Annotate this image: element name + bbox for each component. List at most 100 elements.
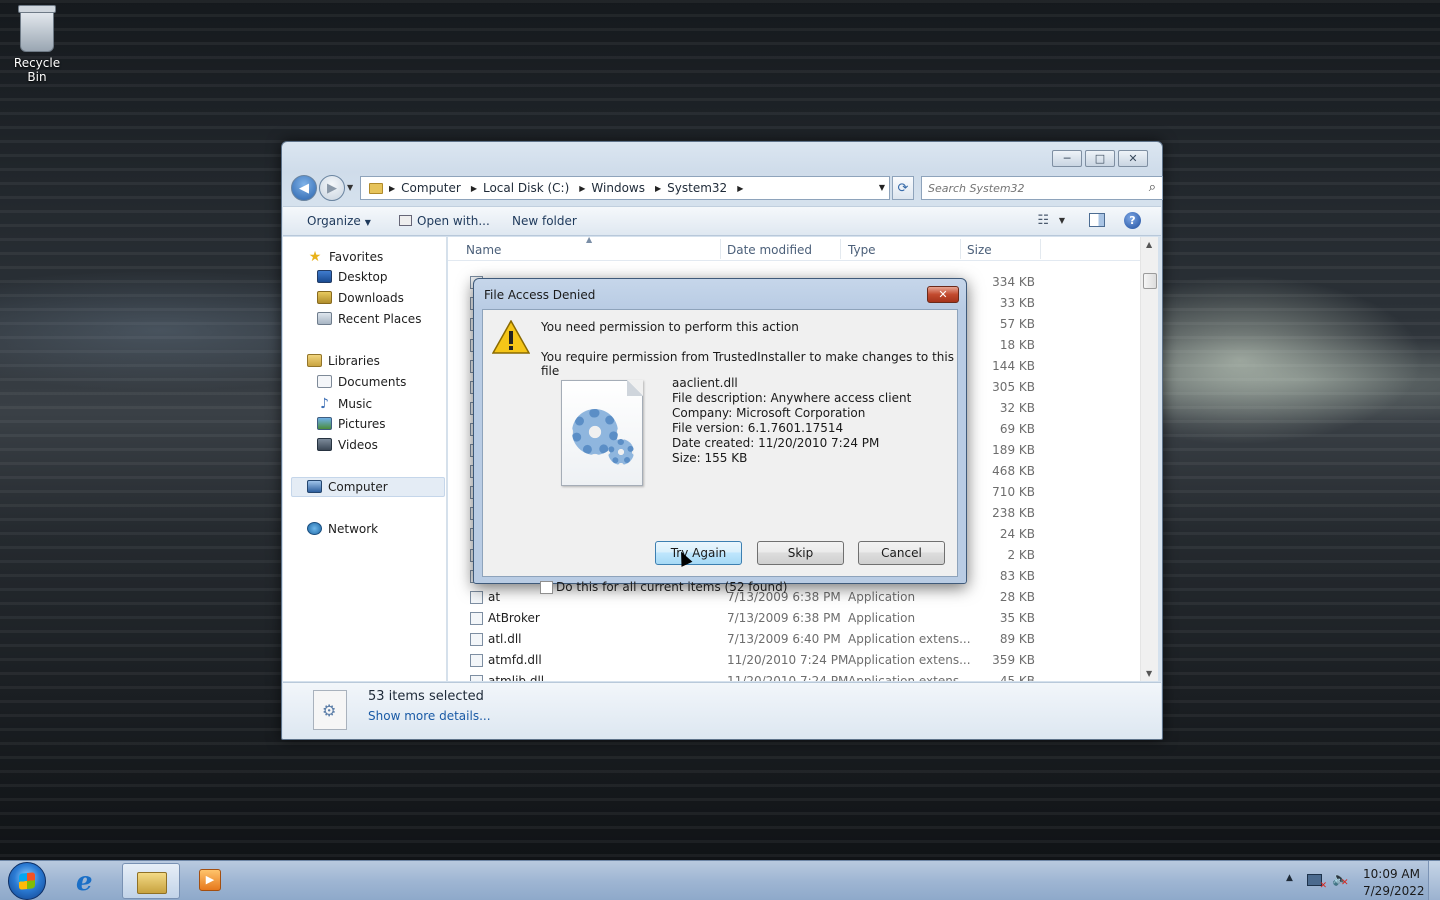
scroll-thumb[interactable] xyxy=(1143,273,1157,289)
taskbar-internet-explorer[interactable]: e xyxy=(61,863,119,899)
recycle-bin-label: Recycle Bin xyxy=(13,56,61,84)
change-view-icon[interactable]: ☷ xyxy=(1037,213,1049,228)
breadcrumb-windows[interactable]: Windows xyxy=(591,181,645,195)
nav-item-desktop[interactable]: Desktop xyxy=(317,270,388,284)
close-button[interactable]: ✕ xyxy=(1118,150,1148,167)
file-size-cell: 45 KB xyxy=(999,674,1035,681)
nav-item-label: Documents xyxy=(338,375,407,389)
column-divider[interactable] xyxy=(960,239,961,259)
breadcrumb-arrow-icon[interactable]: ▶ xyxy=(655,184,661,193)
open-with-button[interactable]: Open with... xyxy=(399,214,490,228)
file-size-cell: 305 KB xyxy=(992,380,1035,394)
network-icon xyxy=(307,522,322,535)
dialog-subheading: You require permission from TrustedInsta… xyxy=(541,350,954,378)
show-hidden-icons-icon[interactable]: ▲ xyxy=(1286,873,1293,883)
breadcrumb-arrow-icon[interactable]: ▶ xyxy=(579,184,585,193)
view-options-dropdown-icon[interactable]: ▼ xyxy=(1059,216,1065,225)
nav-item-documents[interactable]: Documents xyxy=(317,375,406,389)
apply-to-all-label[interactable]: Do this for all current items (52 found) xyxy=(556,580,787,594)
recent-pages-dropdown-icon[interactable]: ▼ xyxy=(347,183,353,192)
nav-item-videos[interactable]: Videos xyxy=(317,438,378,452)
file-icon xyxy=(470,591,483,604)
new-folder-button[interactable]: New folder xyxy=(512,214,577,228)
nav-item-label: Computer xyxy=(328,480,388,494)
nav-item-libraries[interactable]: Libraries xyxy=(307,354,380,368)
dialog-body: You need permission to perform this acti… xyxy=(482,309,958,594)
scroll-up-icon[interactable]: ▲ xyxy=(1146,240,1152,249)
apply-to-all-checkbox[interactable] xyxy=(540,581,553,594)
file-type-cell: Application xyxy=(848,611,916,625)
table-row[interactable]: atmfd.dll 11/20/2010 7:24 PM Application e… xyxy=(448,650,1140,671)
nav-item-network[interactable]: Network xyxy=(307,522,378,536)
nav-item-recent-places[interactable]: Recent Places xyxy=(317,312,421,326)
nav-item-favorites[interactable]: ★ Favorites xyxy=(307,249,384,265)
breadcrumb-system32[interactable]: System32 xyxy=(667,181,727,195)
file-icon xyxy=(470,675,483,681)
forward-button[interactable]: ▶ xyxy=(319,175,345,201)
taskbar-media-player[interactable]: ▶ xyxy=(182,863,240,899)
scroll-down-icon[interactable]: ▼ xyxy=(1146,669,1152,678)
organize-button[interactable]: Organize ▼ xyxy=(307,214,371,228)
organize-label: Organize xyxy=(307,214,361,228)
nav-item-computer[interactable]: Computer xyxy=(307,480,388,494)
file-size-cell: 334 KB xyxy=(992,275,1035,289)
nav-item-music[interactable]: ♪ Music xyxy=(317,396,372,412)
try-again-button[interactable]: Try Again xyxy=(655,541,742,565)
show-desktop-button[interactable] xyxy=(1428,861,1440,900)
skip-button[interactable]: Skip xyxy=(757,541,844,565)
refresh-button[interactable]: ⟳ xyxy=(892,176,914,200)
column-divider[interactable] xyxy=(720,239,721,259)
start-button[interactable] xyxy=(8,862,46,900)
address-bar[interactable]: ▶ Computer ▶ Local Disk (C:) ▶ Windows ▶… xyxy=(360,176,890,200)
network-status-icon[interactable] xyxy=(1307,874,1327,891)
nav-item-label: Pictures xyxy=(338,417,386,431)
nav-item-downloads[interactable]: Downloads xyxy=(317,291,404,305)
file-type-cell: Application extens... xyxy=(848,632,971,646)
file-name-cell: atmfd.dll xyxy=(488,653,542,667)
back-arrow-icon: ◀ xyxy=(299,180,309,196)
muted-icon: ✕ xyxy=(1341,878,1349,888)
taskbar-windows-explorer[interactable] xyxy=(122,863,180,899)
help-icon[interactable]: ? xyxy=(1124,212,1141,229)
column-header-size[interactable]: Size xyxy=(967,243,992,257)
column-divider[interactable] xyxy=(1040,239,1041,259)
dialog-close-button[interactable]: ✕ xyxy=(927,286,959,303)
maximize-button[interactable]: □ xyxy=(1085,150,1115,167)
column-header-date[interactable]: Date modified xyxy=(727,243,812,257)
chevron-down-icon: ▼ xyxy=(364,218,371,227)
back-button[interactable]: ◀ xyxy=(291,175,317,201)
folder-icon xyxy=(369,182,383,194)
minimize-button[interactable]: ─ xyxy=(1052,150,1082,167)
column-header-name[interactable]: Name xyxy=(466,243,501,257)
command-bar: Organize ▼ Open with... New folder ☷ ▼ ? xyxy=(283,206,1161,236)
breadcrumb-arrow-icon[interactable]: ▶ xyxy=(471,184,477,193)
address-dropdown-icon[interactable]: ▼ xyxy=(879,183,885,192)
clock-time[interactable]: 10:09 AM xyxy=(1363,867,1420,881)
vertical-scrollbar[interactable]: ▲ ▼ xyxy=(1140,237,1158,681)
column-divider[interactable] xyxy=(840,239,841,259)
table-row[interactable]: AtBroker 7/13/2009 6:38 PM Application 35 K… xyxy=(448,608,1140,629)
search-icon[interactable]: ⌕ xyxy=(1149,180,1156,195)
table-row[interactable]: atmlib.dll 11/20/2010 7:24 PM Application … xyxy=(448,671,1140,681)
search-input[interactable] xyxy=(928,181,1138,195)
table-row[interactable]: atl.dll 7/13/2009 6:40 PM Application exte… xyxy=(448,629,1140,650)
preview-pane-icon[interactable] xyxy=(1089,213,1105,227)
file-date-cell: 11/20/2010 7:24 PM xyxy=(727,653,849,667)
file-size-cell: 2 KB xyxy=(1007,548,1035,562)
breadcrumb-computer[interactable]: Computer xyxy=(401,181,461,195)
breadcrumb-arrow-icon[interactable]: ▶ xyxy=(389,184,395,193)
clock-date[interactable]: 7/29/2022 xyxy=(1363,884,1425,898)
nav-item-pictures[interactable]: Pictures xyxy=(317,417,386,431)
breadcrumb-arrow-icon[interactable]: ▶ xyxy=(737,184,743,193)
column-header-type[interactable]: Type xyxy=(848,243,876,257)
breadcrumb-local-disk[interactable]: Local Disk (C:) xyxy=(483,181,569,195)
cancel-button[interactable]: Cancel xyxy=(858,541,945,565)
desktop-icon-recycle-bin[interactable]: Recycle Bin xyxy=(4,5,70,84)
file-size-cell: 33 KB xyxy=(999,296,1035,310)
file-size-cell: 69 KB xyxy=(999,422,1035,436)
show-more-details-link[interactable]: Show more details... xyxy=(368,709,491,723)
file-icon xyxy=(470,633,483,646)
list-header: ▲ Name Date modified Type Size xyxy=(448,237,1140,261)
file-date-cell: 7/13/2009 6:40 PM xyxy=(727,632,841,646)
gear-icon xyxy=(608,439,634,465)
